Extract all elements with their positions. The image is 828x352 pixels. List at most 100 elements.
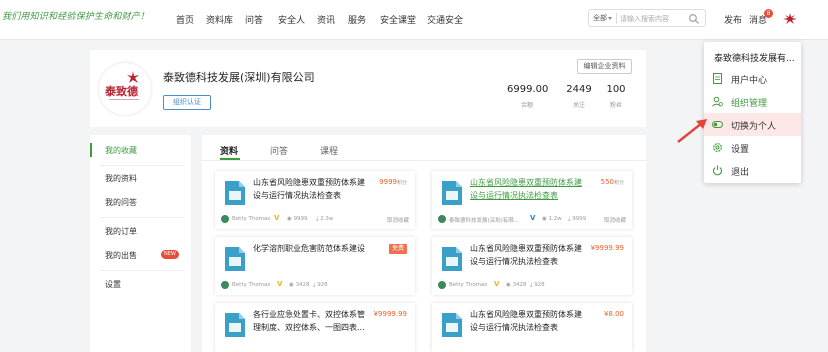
sidebar-item-my-materials[interactable]: 我的资料 — [105, 173, 137, 184]
card-title[interactable]: 各行业应急处置卡、双控体系管理制度、双控体系、一图四表... — [253, 308, 371, 334]
company-logo-text: 泰致德 — [105, 85, 138, 98]
site-slogan[interactable]: 我们用知识和经验保护生命和财产！ — [2, 9, 149, 22]
edit-company-button[interactable]: 编辑企业资料 — [577, 59, 632, 74]
views-value: 1.2w — [548, 216, 562, 222]
nav-qa[interactable]: 问答 — [245, 13, 263, 26]
document-icon — [225, 247, 245, 271]
card-price-unit: 积分 — [613, 180, 624, 186]
card-price: ¥9999.99 — [373, 310, 407, 318]
user-menu-name: 泰致德科技发展有... — [714, 54, 795, 64]
card-footer: Betty Thomas V ◉ 9999 ⤓ 2.3w 取消收藏 — [221, 214, 409, 224]
author-name[interactable]: Betty Thomas — [232, 282, 270, 288]
document-icon — [442, 313, 462, 337]
divider — [100, 270, 184, 271]
author-avatar — [438, 281, 446, 289]
material-card[interactable]: 山东省风险隐患双重预防体系建设与运行情况执法检查表 550积分 泰致德科技发展(… — [432, 171, 632, 229]
stat-fans-label: 粉丝 — [609, 102, 622, 109]
unfavorite-button[interactable]: 取消收藏 — [387, 216, 409, 224]
nav-traffic-safety[interactable]: 交通安全 — [427, 13, 463, 26]
card-title[interactable]: 化学溶剂职业危害防范体系建设 — [253, 242, 393, 255]
card-footer: 泰致德科技发展(深圳)有限... V ◉ 1.2w ⤓ 9999 取消收藏 — [438, 214, 626, 224]
menu-item-logout[interactable]: 退出 — [704, 159, 801, 182]
card-title[interactable]: 山东省风险隐患双重预防体系建设与运行情况执法检查表 — [253, 176, 371, 202]
document-icon — [442, 181, 462, 205]
sidebar-item-settings[interactable]: 设置 — [105, 279, 121, 290]
stat-balance[interactable]: 6999.00 余额 — [507, 84, 548, 109]
sidebar: 我的收藏 我的资料 我的问答 我的订单 我的出售 NEW 设置 — [90, 135, 191, 352]
document-icon — [442, 247, 462, 271]
nav-safety-class[interactable]: 安全课堂 — [380, 13, 416, 26]
tab-courses[interactable]: 课程 — [320, 144, 338, 157]
view-count: ◉ 1.2w — [542, 216, 562, 222]
search-icon[interactable] — [688, 13, 700, 25]
card-footer: Betty Thomas V ◉ 3428 ⤓ 928 — [221, 280, 409, 290]
material-card[interactable]: 山东省风险隐患双重预防体系建设与运行情况执法检查表 ¥8.00 — [432, 303, 632, 352]
nav-safety-people[interactable]: 安全人 — [278, 13, 305, 26]
author-name[interactable]: Betty Thomas — [449, 282, 487, 288]
main-panel: 资料 问答 课程 山东省风险隐患双重预防体系建设与运行情况执法检查表 9999积… — [202, 135, 646, 352]
nav-news[interactable]: 资讯 — [317, 13, 335, 26]
tab-qa[interactable]: 问答 — [270, 144, 288, 157]
sidebar-item-my-orders[interactable]: 我的订单 — [105, 226, 137, 237]
new-badge: NEW — [161, 250, 179, 259]
org-verify-button[interactable]: 组织认证 — [163, 95, 211, 110]
company-name: 泰致德科技发展(深圳)有限公司 — [163, 71, 315, 84]
gear-icon — [713, 143, 722, 152]
menu-item-label: 设置 — [731, 145, 750, 155]
material-card[interactable]: 山东省风险隐患双重预防体系建设与运行情况执法检查表 ¥9999.99 Betty… — [432, 237, 632, 295]
stat-following[interactable]: 2449 关注 — [564, 84, 594, 109]
card-price: ¥8.00 — [603, 310, 624, 318]
sidebar-item-my-qa[interactable]: 我的问答 — [105, 197, 137, 208]
menu-item-label: 切换为个人 — [731, 122, 777, 132]
stat-balance-label: 余额 — [520, 102, 533, 109]
nav-home[interactable]: 首页 — [176, 13, 194, 26]
material-card[interactable]: 山东省风险隐患双重预防体系建设与运行情况执法检查表 9999积分 Betty T… — [215, 171, 415, 229]
user-avatar[interactable] — [780, 12, 800, 26]
card-price-unit: 积分 — [396, 180, 407, 186]
material-card[interactable]: 各行业应急处置卡、双控体系管理制度、双控体系、一图四表... ¥9999.99 — [215, 303, 415, 352]
card-price: 550积分 — [601, 178, 624, 186]
pointer-arrow-icon — [677, 119, 707, 143]
verified-icon: V — [274, 214, 280, 222]
card-title[interactable]: 山东省风险隐患双重预防体系建设与运行情况执法检查表 — [470, 176, 588, 202]
menu-item-settings[interactable]: 设置 — [704, 136, 801, 159]
logo-star-icon — [127, 71, 139, 83]
author-avatar — [438, 215, 446, 223]
tab-materials[interactable]: 资料 — [220, 144, 238, 157]
menu-item-label: 组织管理 — [731, 99, 768, 109]
author-name[interactable]: 泰致德科技发展(深圳)有限... — [449, 216, 529, 224]
nav-library[interactable]: 资料库 — [206, 13, 233, 26]
divider — [100, 165, 184, 166]
stat-fans[interactable]: 100 粉丝 — [602, 84, 630, 109]
menu-item-org-management[interactable]: 组织管理 — [704, 90, 801, 113]
divider — [100, 217, 184, 218]
document-icon — [713, 73, 722, 84]
verified-icon: V — [277, 280, 283, 288]
top-bar: 我们用知识和经验保护生命和财产！ 首页 资料库 问答 安全人 资讯 服务 安全课… — [0, 0, 828, 40]
card-title[interactable]: 山东省风险隐患双重预防体系建设与运行情况执法检查表 — [470, 308, 588, 334]
search-input[interactable] — [620, 12, 682, 25]
unfavorite-button[interactable]: 取消收藏 — [604, 216, 626, 224]
view-count: ◉ 9999 — [287, 216, 308, 222]
logo-underline — [109, 99, 139, 100]
author-avatar — [221, 281, 229, 289]
author-name[interactable]: Betty Thomas — [232, 216, 270, 222]
card-title[interactable]: 山东省风险隐患双重预防体系建设与运行情况执法检查表 — [470, 242, 588, 268]
menu-item-user-center[interactable]: 用户中心 — [704, 67, 801, 90]
menu-item-label: 退出 — [731, 168, 750, 178]
sidebar-item-my-sales[interactable]: 我的出售 — [105, 250, 137, 261]
material-card[interactable]: 化学溶剂职业危害防范体系建设 免费 Betty Thomas V ◉ 3428 … — [215, 237, 415, 295]
search-scope-select[interactable]: 全部 — [593, 13, 612, 23]
author-avatar — [221, 215, 229, 223]
profile-card: 泰致德 泰致德科技发展(深圳)有限公司 组织认证 编辑企业资料 6999.00 … — [90, 50, 646, 127]
document-icon — [225, 181, 245, 205]
nav-service[interactable]: 服务 — [348, 13, 366, 26]
sidebar-item-favorites[interactable]: 我的收藏 — [90, 135, 191, 165]
publish-link[interactable]: 发布 — [724, 13, 742, 26]
stat-following-value: 2449 — [566, 84, 592, 95]
search-scope-label: 全部 — [593, 14, 607, 22]
menu-item-switch-personal[interactable]: 切换为个人 — [704, 113, 801, 136]
tab-divider — [202, 160, 646, 161]
card-price: 9999积分 — [379, 178, 407, 186]
views-value: 3428 — [512, 282, 527, 288]
